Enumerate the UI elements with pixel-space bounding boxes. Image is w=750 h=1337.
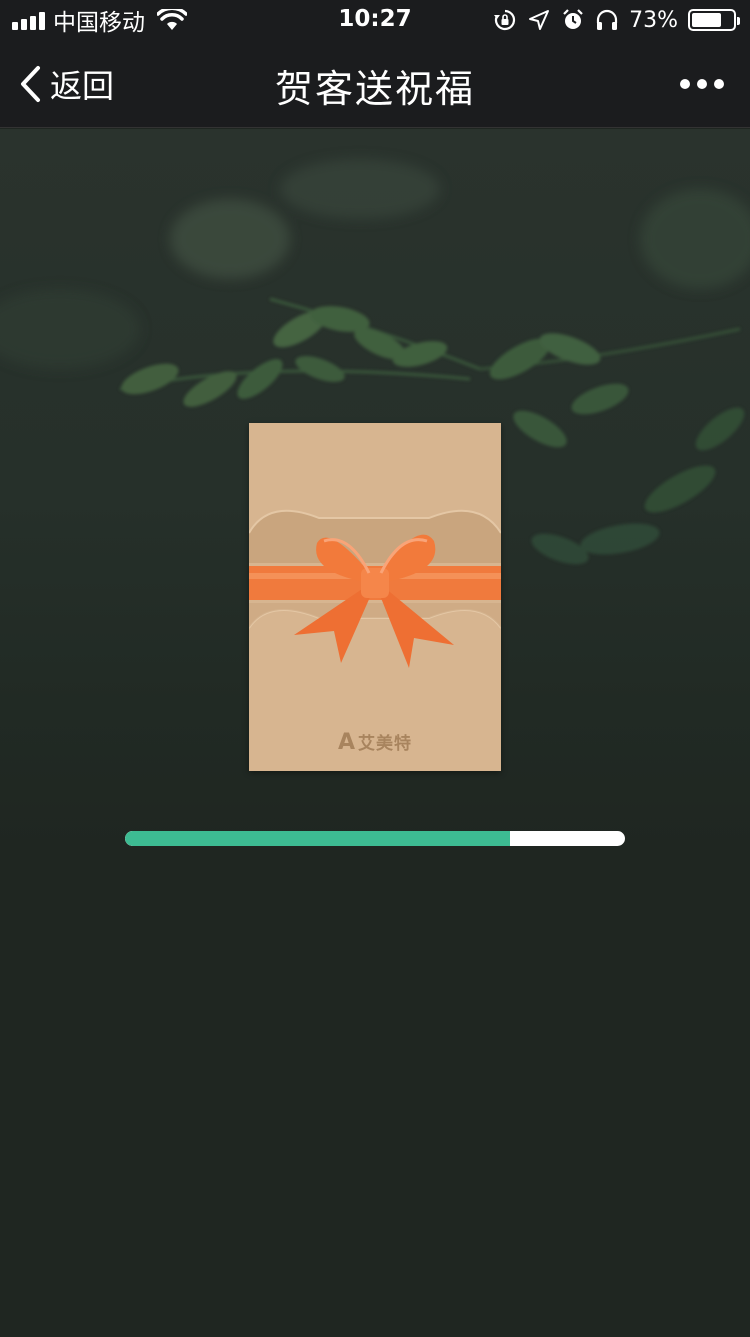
status-right: 73% xyxy=(493,6,740,34)
brand-mark: A xyxy=(337,730,357,755)
headphones-icon xyxy=(596,9,618,30)
brand-name: 艾美特 xyxy=(358,734,413,754)
gift-envelope-image xyxy=(249,423,501,771)
status-bar: 中国移动 10:27 73% xyxy=(0,0,750,40)
brand-logo: A 艾美特 xyxy=(249,729,501,755)
content-area: A 艾美特 xyxy=(0,129,750,1337)
rotation-lock-icon xyxy=(494,9,516,31)
page-title: 贺客送祝福 xyxy=(274,67,475,111)
battery-percent: 73% xyxy=(629,7,678,33)
loading-progress-bar xyxy=(125,831,625,846)
location-icon xyxy=(529,10,550,30)
navigation-bar: 返回 贺客送祝福 xyxy=(0,40,750,128)
battery-icon xyxy=(688,9,740,31)
more-dots-icon[interactable] xyxy=(680,70,724,98)
alarm-icon xyxy=(563,9,583,29)
gift-card[interactable]: A 艾美特 xyxy=(249,423,501,771)
progress-fill xyxy=(125,831,510,846)
